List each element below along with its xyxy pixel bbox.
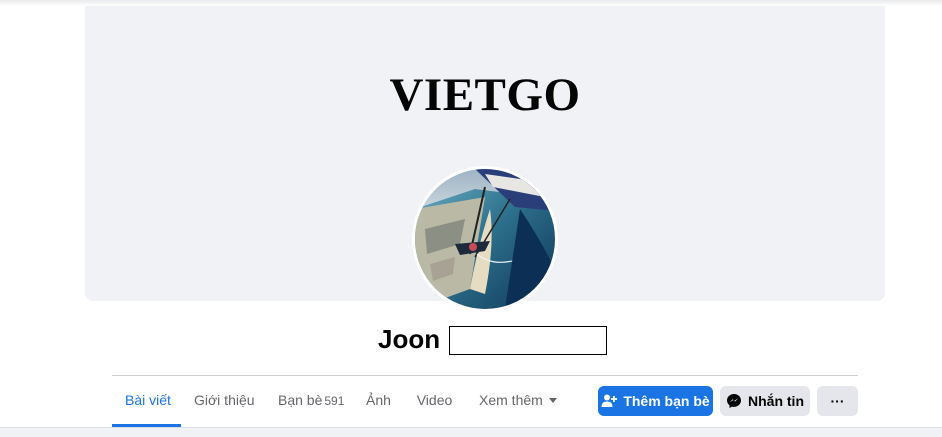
tab-photos[interactable]: Ảnh xyxy=(353,376,403,424)
cover-title: VIETGO xyxy=(389,69,581,121)
profile-photo-image xyxy=(415,169,555,309)
add-friend-icon xyxy=(601,394,618,407)
message-label: Nhắn tin xyxy=(748,393,804,409)
tab-label: Giới thiệu xyxy=(194,392,255,408)
message-button[interactable]: Nhắn tin xyxy=(720,386,810,416)
more-icon: ··· xyxy=(830,393,845,409)
tab-posts[interactable]: Bài viết xyxy=(112,376,181,427)
tab-label: Xem thêm xyxy=(479,392,543,408)
chevron-down-icon xyxy=(548,397,557,403)
tab-see-more[interactable]: Xem thêm xyxy=(466,376,565,424)
profile-name: Joon xyxy=(378,324,441,354)
messenger-icon xyxy=(727,394,741,408)
profile-name-row: Joon xyxy=(0,323,942,357)
tab-videos[interactable]: Video xyxy=(403,376,466,424)
redacted-name-box xyxy=(449,326,607,355)
tab-friends[interactable]: Bạn bè 591 xyxy=(265,376,353,424)
add-friend-label: Thêm bạn bè xyxy=(623,393,710,409)
add-friend-button[interactable]: Thêm bạn bè xyxy=(598,386,713,416)
tab-label: Bài viết xyxy=(125,392,171,408)
tab-label: Bạn bè xyxy=(278,392,323,408)
friend-count: 591 xyxy=(324,394,345,408)
more-options-button[interactable]: ··· xyxy=(817,386,858,416)
tab-label: Video xyxy=(416,392,453,408)
profile-picture[interactable] xyxy=(412,166,558,312)
tab-about[interactable]: Giới thiệu xyxy=(181,376,265,424)
tab-label: Ảnh xyxy=(366,392,391,408)
